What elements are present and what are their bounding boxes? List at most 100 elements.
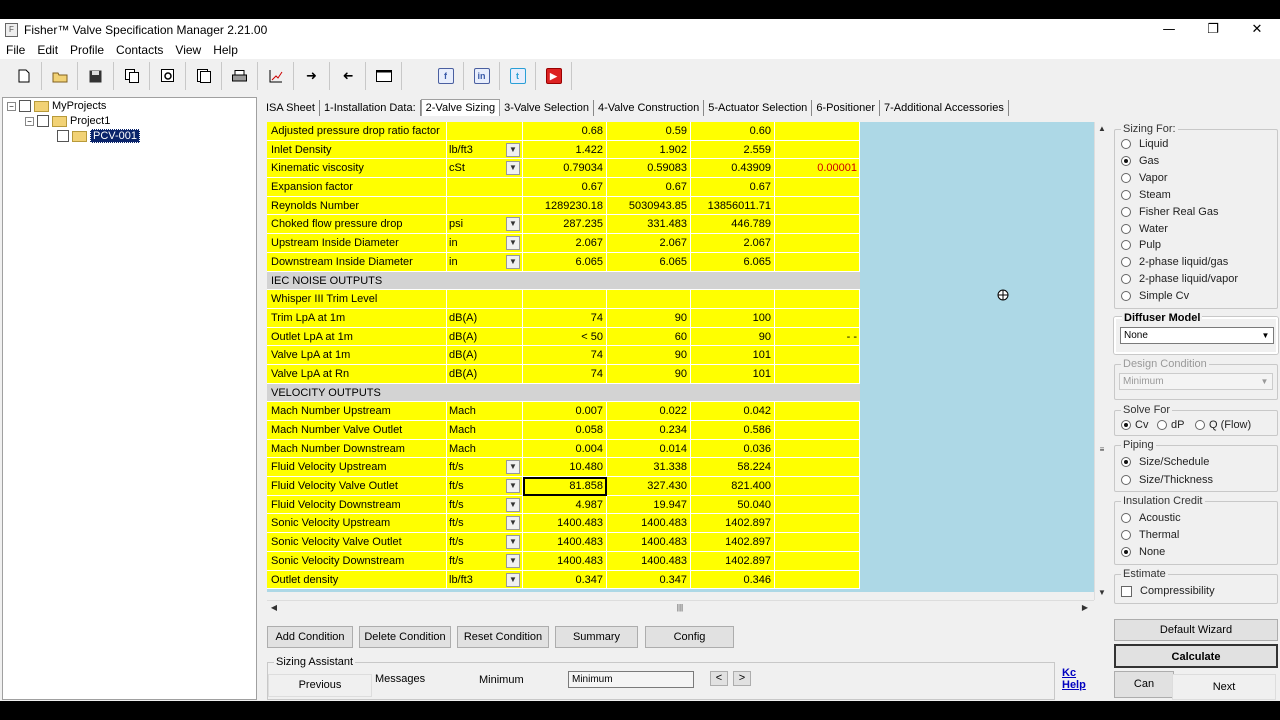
value-cell[interactable]: 0.022 bbox=[607, 402, 691, 421]
facebook-button[interactable]: f bbox=[428, 62, 464, 90]
delete-condition-button[interactable]: Delete Condition bbox=[359, 626, 451, 648]
value-cell[interactable] bbox=[775, 308, 860, 328]
value-cell[interactable]: 81.858 bbox=[523, 477, 607, 496]
config-button[interactable]: Config bbox=[645, 626, 734, 648]
value-cell[interactable]: 0.67 bbox=[607, 178, 691, 197]
unit-cell[interactable]: ft/s ▼ bbox=[447, 477, 523, 496]
unit-cell[interactable]: ft/s ▼ bbox=[447, 495, 523, 515]
sizing-for-option[interactable]: Simple Cv bbox=[1121, 290, 1189, 302]
unit-cell[interactable]: psi ▼ bbox=[447, 215, 523, 235]
chevron-down-icon[interactable]: ▼ bbox=[506, 236, 520, 251]
value-cell[interactable]: 90 bbox=[607, 308, 691, 328]
scroll-up-icon[interactable]: ▲ bbox=[1095, 122, 1109, 135]
chevron-down-icon[interactable]: ▼ bbox=[506, 553, 520, 568]
solve-for-flow[interactable]: Q (Flow) bbox=[1195, 419, 1251, 431]
print-button[interactable] bbox=[222, 62, 258, 90]
unit-cell[interactable]: lb/ft3 ▼ bbox=[447, 570, 523, 590]
value-cell[interactable] bbox=[775, 570, 860, 590]
unit-cell[interactable]: ft/s ▼ bbox=[447, 458, 523, 478]
value-cell[interactable]: 0.68 bbox=[523, 122, 607, 141]
add-condition-button[interactable]: Add Condition bbox=[267, 626, 353, 648]
value-cell[interactable]: 1400.483 bbox=[523, 533, 607, 552]
sizing-for-option[interactable]: 2-phase liquid/gas bbox=[1121, 256, 1228, 268]
tab-6[interactable]: 6-Positioner bbox=[812, 100, 881, 116]
sizing-for-option[interactable]: Fisher Real Gas bbox=[1121, 206, 1218, 218]
value-cell[interactable]: 0.007 bbox=[523, 402, 607, 421]
menu-file[interactable]: File bbox=[0, 43, 31, 57]
diffuser-select[interactable]: None ▼ bbox=[1120, 327, 1274, 344]
preview-button[interactable] bbox=[150, 62, 186, 90]
tree-checkbox[interactable] bbox=[37, 115, 49, 127]
value-cell[interactable]: 1400.483 bbox=[607, 551, 691, 571]
tree-node-project1[interactable]: − Project1 bbox=[25, 114, 110, 128]
tab-3[interactable]: 3-Valve Selection bbox=[500, 100, 594, 116]
value-cell[interactable]: 0.59 bbox=[607, 122, 691, 141]
value-cell[interactable]: 10.480 bbox=[523, 458, 607, 478]
scroll-thumb-icon[interactable]: ≡ bbox=[1095, 442, 1109, 458]
summary-button[interactable]: Summary bbox=[555, 626, 638, 648]
menu-edit[interactable]: Edit bbox=[31, 43, 64, 57]
value-cell[interactable]: 1400.483 bbox=[523, 551, 607, 571]
value-cell[interactable] bbox=[775, 178, 860, 197]
value-cell[interactable]: 101 bbox=[691, 364, 775, 384]
value-cell[interactable]: 6.065 bbox=[691, 252, 775, 272]
value-cell[interactable]: 1400.483 bbox=[607, 514, 691, 534]
kc-help-link[interactable]: Kc Help bbox=[1062, 667, 1086, 691]
value-cell[interactable]: 0.67 bbox=[691, 178, 775, 197]
chevron-down-icon[interactable]: ▼ bbox=[506, 497, 520, 512]
value-cell[interactable]: 6.065 bbox=[607, 252, 691, 272]
value-cell[interactable] bbox=[775, 495, 860, 515]
value-cell[interactable]: 0.43909 bbox=[691, 159, 775, 179]
tree-node-myprojects[interactable]: − MyProjects bbox=[7, 99, 106, 113]
tab-7[interactable]: 7-Additional Accessories bbox=[880, 100, 1009, 116]
value-cell[interactable]: 31.338 bbox=[607, 458, 691, 478]
value-cell[interactable]: < 50 bbox=[523, 327, 607, 347]
cancel-button[interactable]: Can bbox=[1114, 671, 1174, 698]
value-cell[interactable] bbox=[775, 215, 860, 235]
value-cell[interactable] bbox=[775, 364, 860, 384]
unit-cell[interactable]: cSt ▼ bbox=[447, 159, 523, 179]
value-cell[interactable] bbox=[691, 290, 775, 309]
menu-profile[interactable]: Profile bbox=[64, 43, 110, 57]
assistant-prev-button[interactable]: < bbox=[710, 671, 728, 686]
chevron-down-icon[interactable]: ▼ bbox=[506, 161, 520, 176]
youtube-button[interactable]: ▶ bbox=[536, 62, 572, 90]
value-cell[interactable] bbox=[775, 234, 860, 253]
value-cell[interactable]: 446.789 bbox=[691, 215, 775, 235]
tree-checkbox[interactable] bbox=[19, 100, 31, 112]
value-cell[interactable] bbox=[775, 346, 860, 365]
solve-for-cv[interactable]: Cv bbox=[1121, 419, 1148, 431]
linkedin-button[interactable]: in bbox=[464, 62, 500, 90]
chevron-down-icon[interactable]: ▼ bbox=[506, 254, 520, 269]
new-button[interactable] bbox=[6, 62, 42, 90]
value-cell[interactable]: 2.067 bbox=[523, 234, 607, 253]
open-button[interactable] bbox=[42, 62, 78, 90]
value-cell[interactable] bbox=[775, 196, 860, 216]
compressibility-checkbox[interactable]: Compressibility bbox=[1121, 585, 1215, 597]
window-button[interactable] bbox=[366, 62, 402, 90]
value-cell[interactable]: 0.004 bbox=[523, 439, 607, 459]
value-cell[interactable] bbox=[775, 290, 860, 309]
design-condition-select[interactable]: Minimum ▼ bbox=[1119, 373, 1273, 390]
value-cell[interactable]: 0.036 bbox=[691, 439, 775, 459]
value-cell[interactable] bbox=[775, 551, 860, 571]
value-cell[interactable]: 74 bbox=[523, 364, 607, 384]
close-button[interactable]: ✕ bbox=[1235, 19, 1279, 41]
value-cell[interactable] bbox=[775, 421, 860, 440]
value-cell[interactable] bbox=[607, 290, 691, 309]
value-cell[interactable]: 6.065 bbox=[523, 252, 607, 272]
chevron-down-icon[interactable]: ▼ bbox=[506, 217, 520, 232]
value-cell[interactable]: 1402.897 bbox=[691, 514, 775, 534]
value-cell[interactable]: 74 bbox=[523, 308, 607, 328]
unit-cell[interactable]: ft/s ▼ bbox=[447, 533, 523, 552]
value-cell[interactable]: 74 bbox=[523, 346, 607, 365]
value-cell[interactable] bbox=[775, 533, 860, 552]
value-cell[interactable]: 0.79034 bbox=[523, 159, 607, 179]
chevron-down-icon[interactable]: ▼ bbox=[506, 479, 520, 494]
value-cell[interactable]: 327.430 bbox=[607, 477, 691, 496]
value-cell[interactable]: 1289230.18 bbox=[523, 196, 607, 216]
tab-1[interactable]: 1-Installation Data: bbox=[320, 100, 421, 116]
value-cell[interactable] bbox=[775, 477, 860, 496]
value-cell[interactable]: 90 bbox=[607, 346, 691, 365]
value-cell[interactable]: 50.040 bbox=[691, 495, 775, 515]
